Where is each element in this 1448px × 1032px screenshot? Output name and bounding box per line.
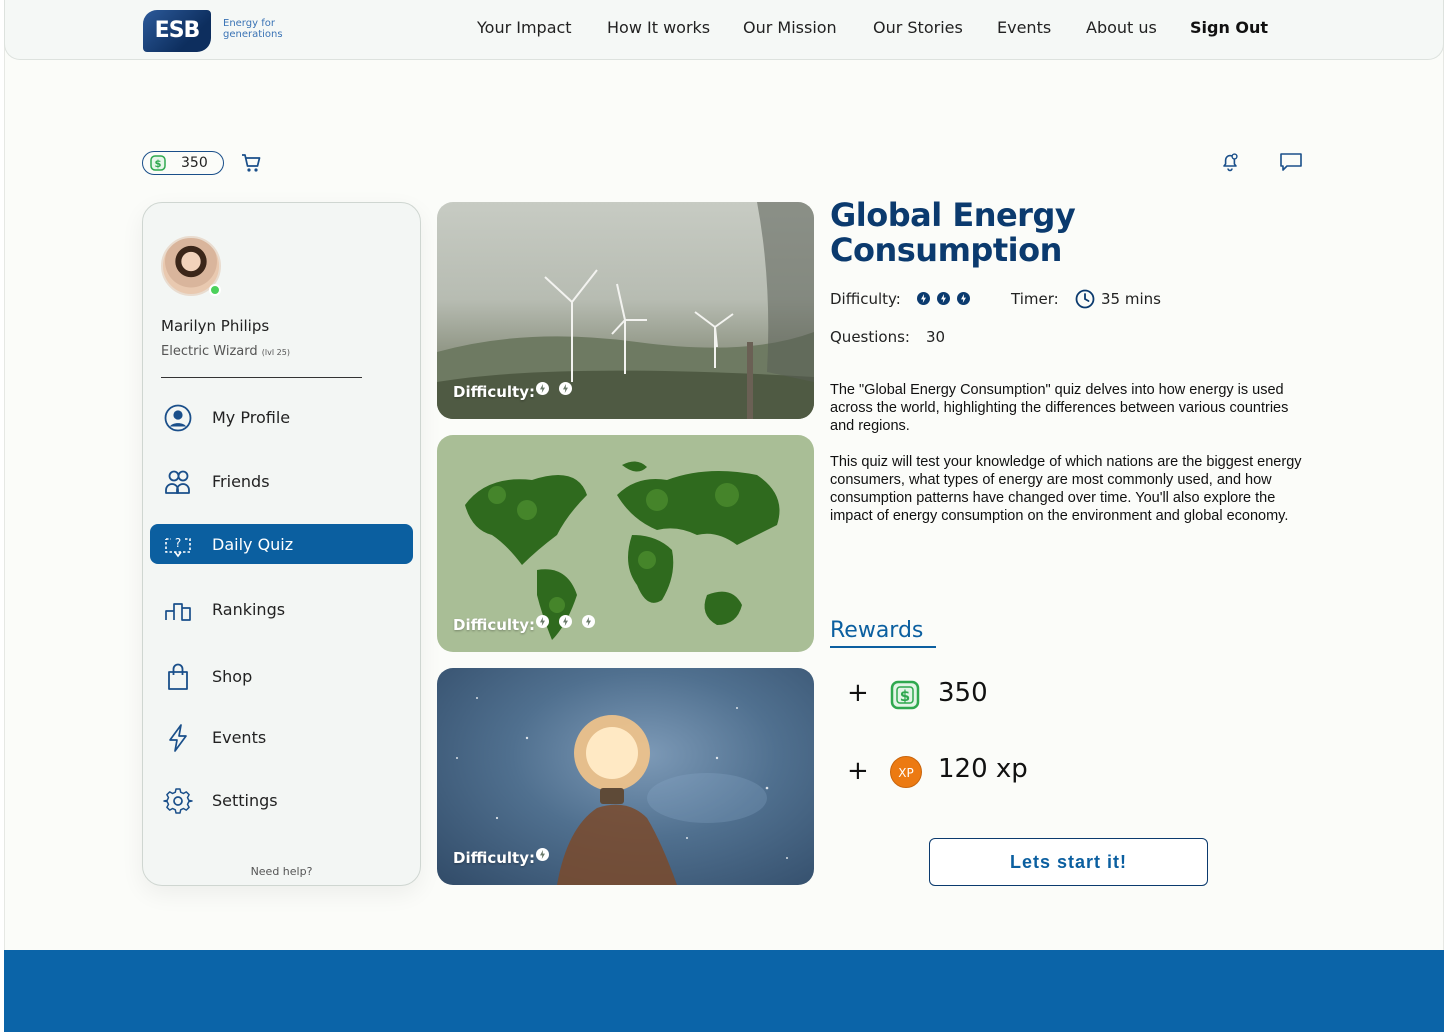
sidebar-item-label: Shop [212, 667, 253, 686]
cart-icon[interactable] [240, 152, 262, 174]
quiz-difficulty: Difficulty: [830, 290, 901, 308]
sidebar-item-my-profile[interactable]: My Profile [150, 397, 413, 437]
quiz-description-2: This quiz will test your knowledge of wh… [830, 454, 1302, 524]
clock-icon [1075, 289, 1095, 309]
difficulty-rating [917, 290, 977, 308]
plus-icon: + [847, 756, 869, 786]
sidebar-item-label: Rankings [212, 600, 286, 619]
sidebar-item-label: My Profile [212, 408, 291, 427]
user-level: (lvl 25) [261, 348, 290, 357]
sidebar-item-label: Settings [212, 791, 278, 810]
friends-icon [165, 470, 190, 494]
quiz-icon: ? [165, 536, 191, 558]
sidebar-item-friends[interactable]: Friends [150, 461, 413, 501]
coin-balance[interactable]: $ 350 [142, 151, 224, 175]
rewards-underline [830, 646, 936, 648]
main-nav: Your Impact How It works Our Mission Our… [5, 18, 1443, 40]
quiz-card-wind-turbines[interactable]: Difficulty: [437, 202, 814, 419]
card-difficulty-label: Difficulty: [453, 849, 535, 867]
notification-bell-icon[interactable] [1220, 152, 1240, 172]
quiz-title: Global Energy Consumption [830, 196, 1076, 269]
xp-badge-icon: XP [890, 756, 922, 788]
difficulty-bolt-icon [937, 292, 950, 305]
difficulty-bolt-icon [582, 615, 595, 628]
difficulty-rating [536, 380, 582, 399]
card-difficulty-label: Difficulty: [453, 616, 535, 634]
difficulty-bolt-icon [957, 292, 970, 305]
user-role: Electric Wizard (lvl 25) [161, 344, 290, 359]
nav-events[interactable]: Events [997, 18, 1051, 37]
reward-coins-value: 350 [938, 678, 988, 708]
gear-icon [163, 788, 193, 814]
card-difficulty-label: Difficulty: [453, 383, 535, 401]
difficulty-label: Difficulty: [830, 290, 901, 308]
need-help-link[interactable]: Need help? [143, 865, 420, 878]
questions-value: 30 [926, 328, 946, 346]
nav-how-it-works[interactable]: How It works [607, 18, 710, 37]
sidebar-item-daily-quiz[interactable]: ? Daily Quiz [150, 524, 413, 564]
reward-xp-value: 120 xp [938, 754, 1028, 784]
coin-icon: $ [150, 155, 166, 171]
podium-icon [165, 603, 191, 621]
sidebar-item-rankings[interactable]: Rankings [150, 589, 413, 629]
difficulty-bolt-icon [536, 382, 549, 395]
sign-out-link[interactable]: Sign Out [1190, 18, 1268, 37]
nav-your-impact[interactable]: Your Impact [477, 18, 572, 37]
sidebar-item-label: Events [212, 728, 267, 747]
difficulty-bolt-icon [536, 848, 549, 861]
chat-icon[interactable] [1279, 152, 1303, 172]
nav-our-mission[interactable]: Our Mission [743, 18, 837, 37]
profile-divider [161, 377, 362, 378]
nav-about-us[interactable]: About us [1086, 18, 1157, 37]
difficulty-rating [536, 613, 605, 632]
sidebar-item-settings[interactable]: Settings [150, 780, 413, 820]
timer-value: 35 mins [1101, 290, 1161, 308]
start-quiz-button[interactable]: Lets start it! [929, 838, 1208, 886]
sidebar-item-label: Friends [212, 472, 270, 491]
online-status-dot [209, 284, 221, 296]
shopping-bag-icon [168, 663, 188, 690]
svg-text:?: ? [175, 536, 181, 550]
user-name: Marilyn Philips [161, 317, 270, 335]
plus-icon: + [847, 678, 869, 708]
quiz-card-lightbulb[interactable]: Difficulty: [437, 668, 814, 885]
difficulty-bolt-icon [559, 615, 572, 628]
nav-our-stories[interactable]: Our Stories [873, 18, 963, 37]
questions-label: Questions: [830, 328, 910, 346]
quiz-description-1: The "Global Energy Consumption" quiz del… [830, 382, 1289, 434]
coin-icon: $ [890, 680, 920, 710]
timer-label: Timer: [1011, 290, 1059, 308]
sidebar: Marilyn Philips Electric Wizard (lvl 25)… [142, 202, 421, 886]
svg-text:$: $ [900, 687, 910, 705]
user-role-title: Electric Wizard [161, 344, 258, 359]
svg-text:$: $ [155, 159, 162, 170]
difficulty-bolt-icon [536, 615, 549, 628]
difficulty-bolt-icon [917, 292, 930, 305]
coin-balance-value: 350 [181, 155, 208, 171]
difficulty-bolt-icon [559, 382, 572, 395]
top-navigation: ESB Energy for generations Your Impact H… [4, 0, 1444, 60]
difficulty-rating [536, 846, 559, 865]
footer [4, 950, 1444, 1032]
lightning-icon [169, 724, 187, 752]
quiz-card-world-map[interactable]: Difficulty: [437, 435, 814, 652]
user-circle-icon [164, 404, 192, 432]
sidebar-item-label: Daily Quiz [212, 535, 294, 554]
sidebar-item-events[interactable]: Events [150, 717, 413, 757]
sidebar-item-shop[interactable]: Shop [150, 656, 413, 696]
rewards-heading: Rewards [830, 618, 924, 643]
